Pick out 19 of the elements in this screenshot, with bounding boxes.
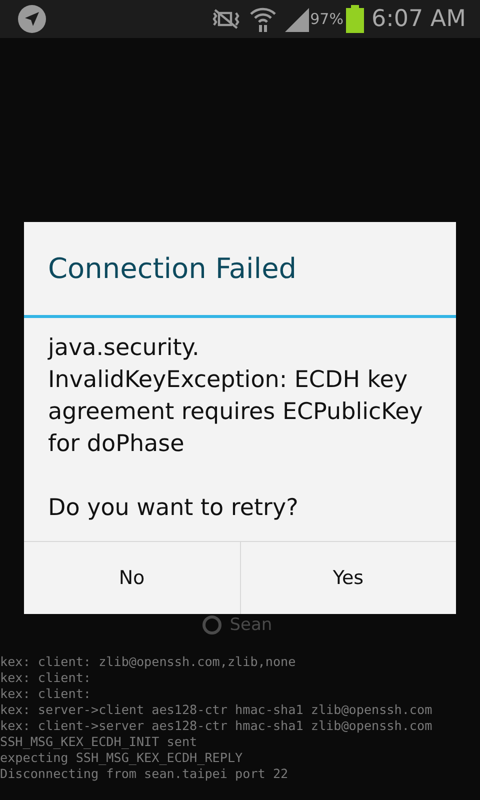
clock-time: 6:07 AM — [371, 6, 466, 32]
terminal-line: expecting SSH_MSG_KEX_ECDH_REPLY — [0, 750, 244, 766]
host-label: Sean — [230, 615, 272, 635]
vibrate-mute-icon — [211, 8, 242, 30]
terminal-line: SSH_MSG_KEX_ECDH_INIT sent — [0, 734, 198, 750]
dialog-message: java.security. InvalidKeyException: ECDH key agreement requires ECPublicKey for doPhase Do you want to retry? — [46, 334, 424, 523]
signal-icon — [283, 6, 310, 32]
terminal-line: kex: client: — [0, 670, 92, 686]
battery-percent: 97% — [310, 10, 344, 28]
battery-icon — [346, 5, 364, 33]
terminal-line: kex: client->server aes128-ctr hmac-sha1 zlib@openssh.com — [0, 718, 434, 734]
spinner-icon — [202, 615, 222, 635]
terminal-line: Disconnecting from sean.taipei port 22 — [0, 766, 290, 782]
terminal-line: kex: server->client aes128-ctr hmac-sha1 zlib@openssh.com — [0, 702, 434, 718]
terminal-line: kex: client: — [0, 686, 92, 702]
navigation-icon — [17, 4, 47, 34]
wifi-icon — [249, 5, 278, 33]
dialog-title: Connection Failed — [24, 222, 456, 318]
terminal-line: kex: client: zlib@openssh.com,zlib,none — [0, 654, 297, 670]
